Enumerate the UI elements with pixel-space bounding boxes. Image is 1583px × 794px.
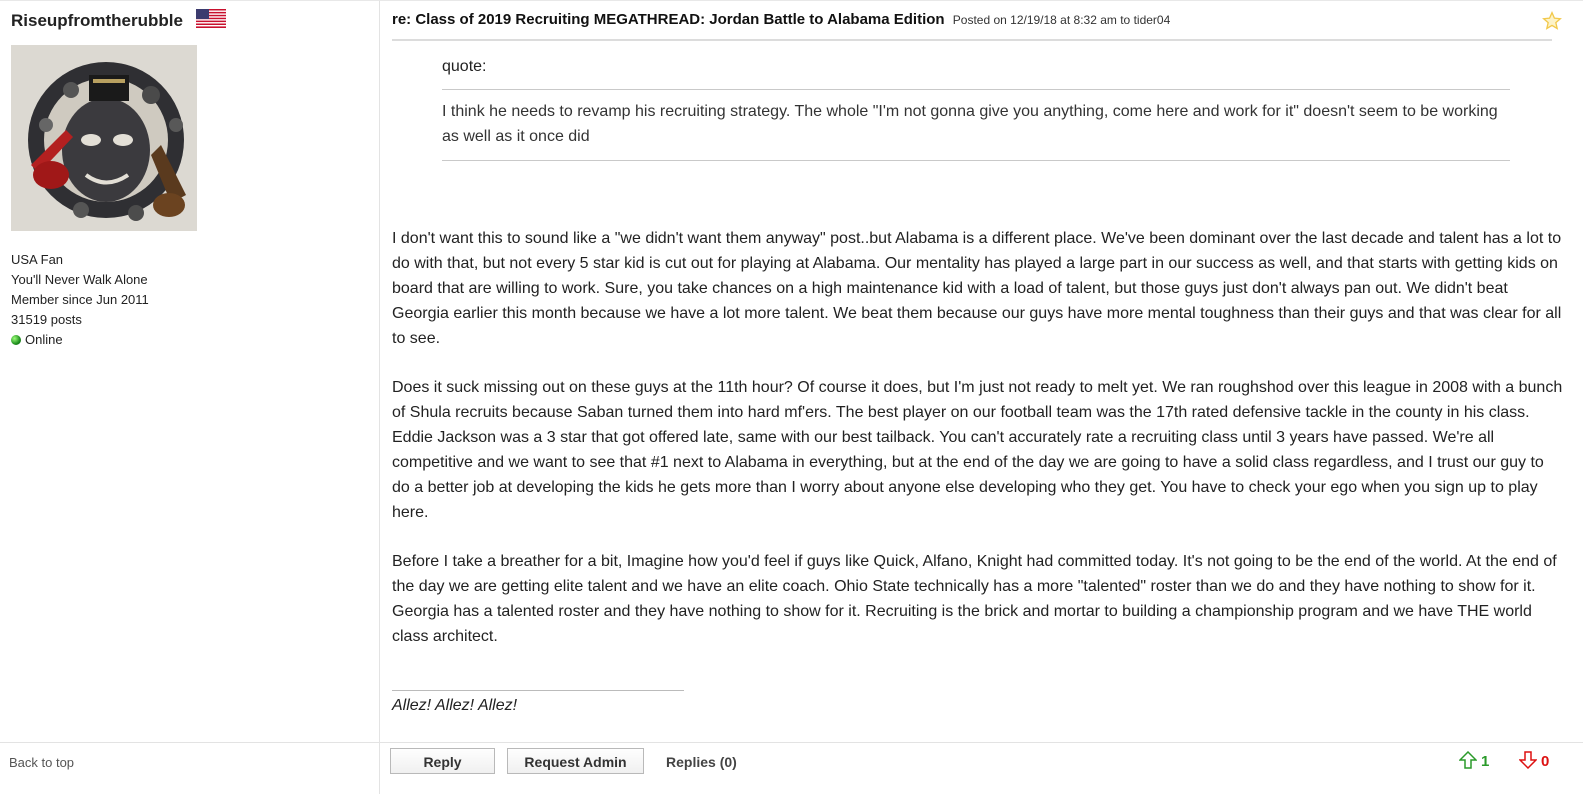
arrow-down-icon [1518, 751, 1538, 770]
downvote-count: 0 [1541, 753, 1550, 770]
star-icon[interactable] [1542, 11, 1562, 31]
user-sidebar: Riseupfromtherubble USA Fan You'll Never… [0, 0, 380, 743]
post-title: re: Class of 2019 Recruiting MEGATHREAD:… [392, 11, 1170, 28]
arrow-up-icon [1458, 750, 1478, 769]
post-meta: Posted on 12/19/18 at 8:32 am to tider04 [952, 13, 1171, 27]
footer-left: Back to top [0, 742, 380, 794]
post-paragraph: Does it suck missing out on these guys a… [392, 379, 1563, 521]
online-status-icon [11, 335, 21, 345]
user-avatar[interactable] [11, 45, 197, 231]
reply-button[interactable]: Reply [390, 748, 495, 774]
online-status: Online [11, 330, 149, 350]
post-main: re: Class of 2019 Recruiting MEGATHREAD:… [380, 0, 1583, 743]
quote-text: I think he needs to revamp his recruitin… [442, 89, 1510, 161]
back-to-top-link[interactable]: Back to top [9, 755, 74, 770]
post-footer: Reply Request Admin Replies (0) 1 0 [380, 742, 1583, 794]
downvote-button[interactable]: 0 [1518, 751, 1550, 770]
post-count: 31519 posts [11, 312, 82, 327]
post-body: I don't want this to sound like a "we di… [392, 226, 1564, 673]
member-since: Member since Jun 2011 [11, 292, 149, 307]
quote-block: quote: I think he needs to revamp his re… [442, 58, 1510, 161]
quote-label: quote: [442, 58, 487, 75]
post-title-text: re: Class of 2019 Recruiting MEGATHREAD:… [392, 11, 945, 28]
post-paragraph: I don't want this to sound like a "we di… [392, 230, 1562, 347]
request-admin-button[interactable]: Request Admin [507, 748, 644, 774]
replies-link[interactable]: Replies (0) [666, 754, 737, 770]
forum-post: Riseupfromtherubble USA Fan You'll Never… [0, 0, 1583, 794]
online-status-label: Online [25, 332, 63, 347]
signature: Allez! Allez! Allez! [392, 697, 518, 714]
user-motto: You'll Never Walk Alone [11, 272, 148, 287]
post-paragraph: Before I take a breather for a bit, Imag… [392, 553, 1557, 645]
upvote-button[interactable]: 1 [1458, 750, 1490, 770]
us-flag-icon [196, 9, 226, 28]
user-info: USA Fan You'll Never Walk Alone Member s… [11, 250, 149, 350]
username-link[interactable]: Riseupfromtherubble [11, 11, 183, 31]
post-header: re: Class of 2019 Recruiting MEGATHREAD:… [392, 1, 1562, 41]
user-fan-label: USA Fan [11, 252, 64, 267]
upvote-count: 1 [1481, 753, 1490, 770]
signature-divider [392, 690, 684, 691]
